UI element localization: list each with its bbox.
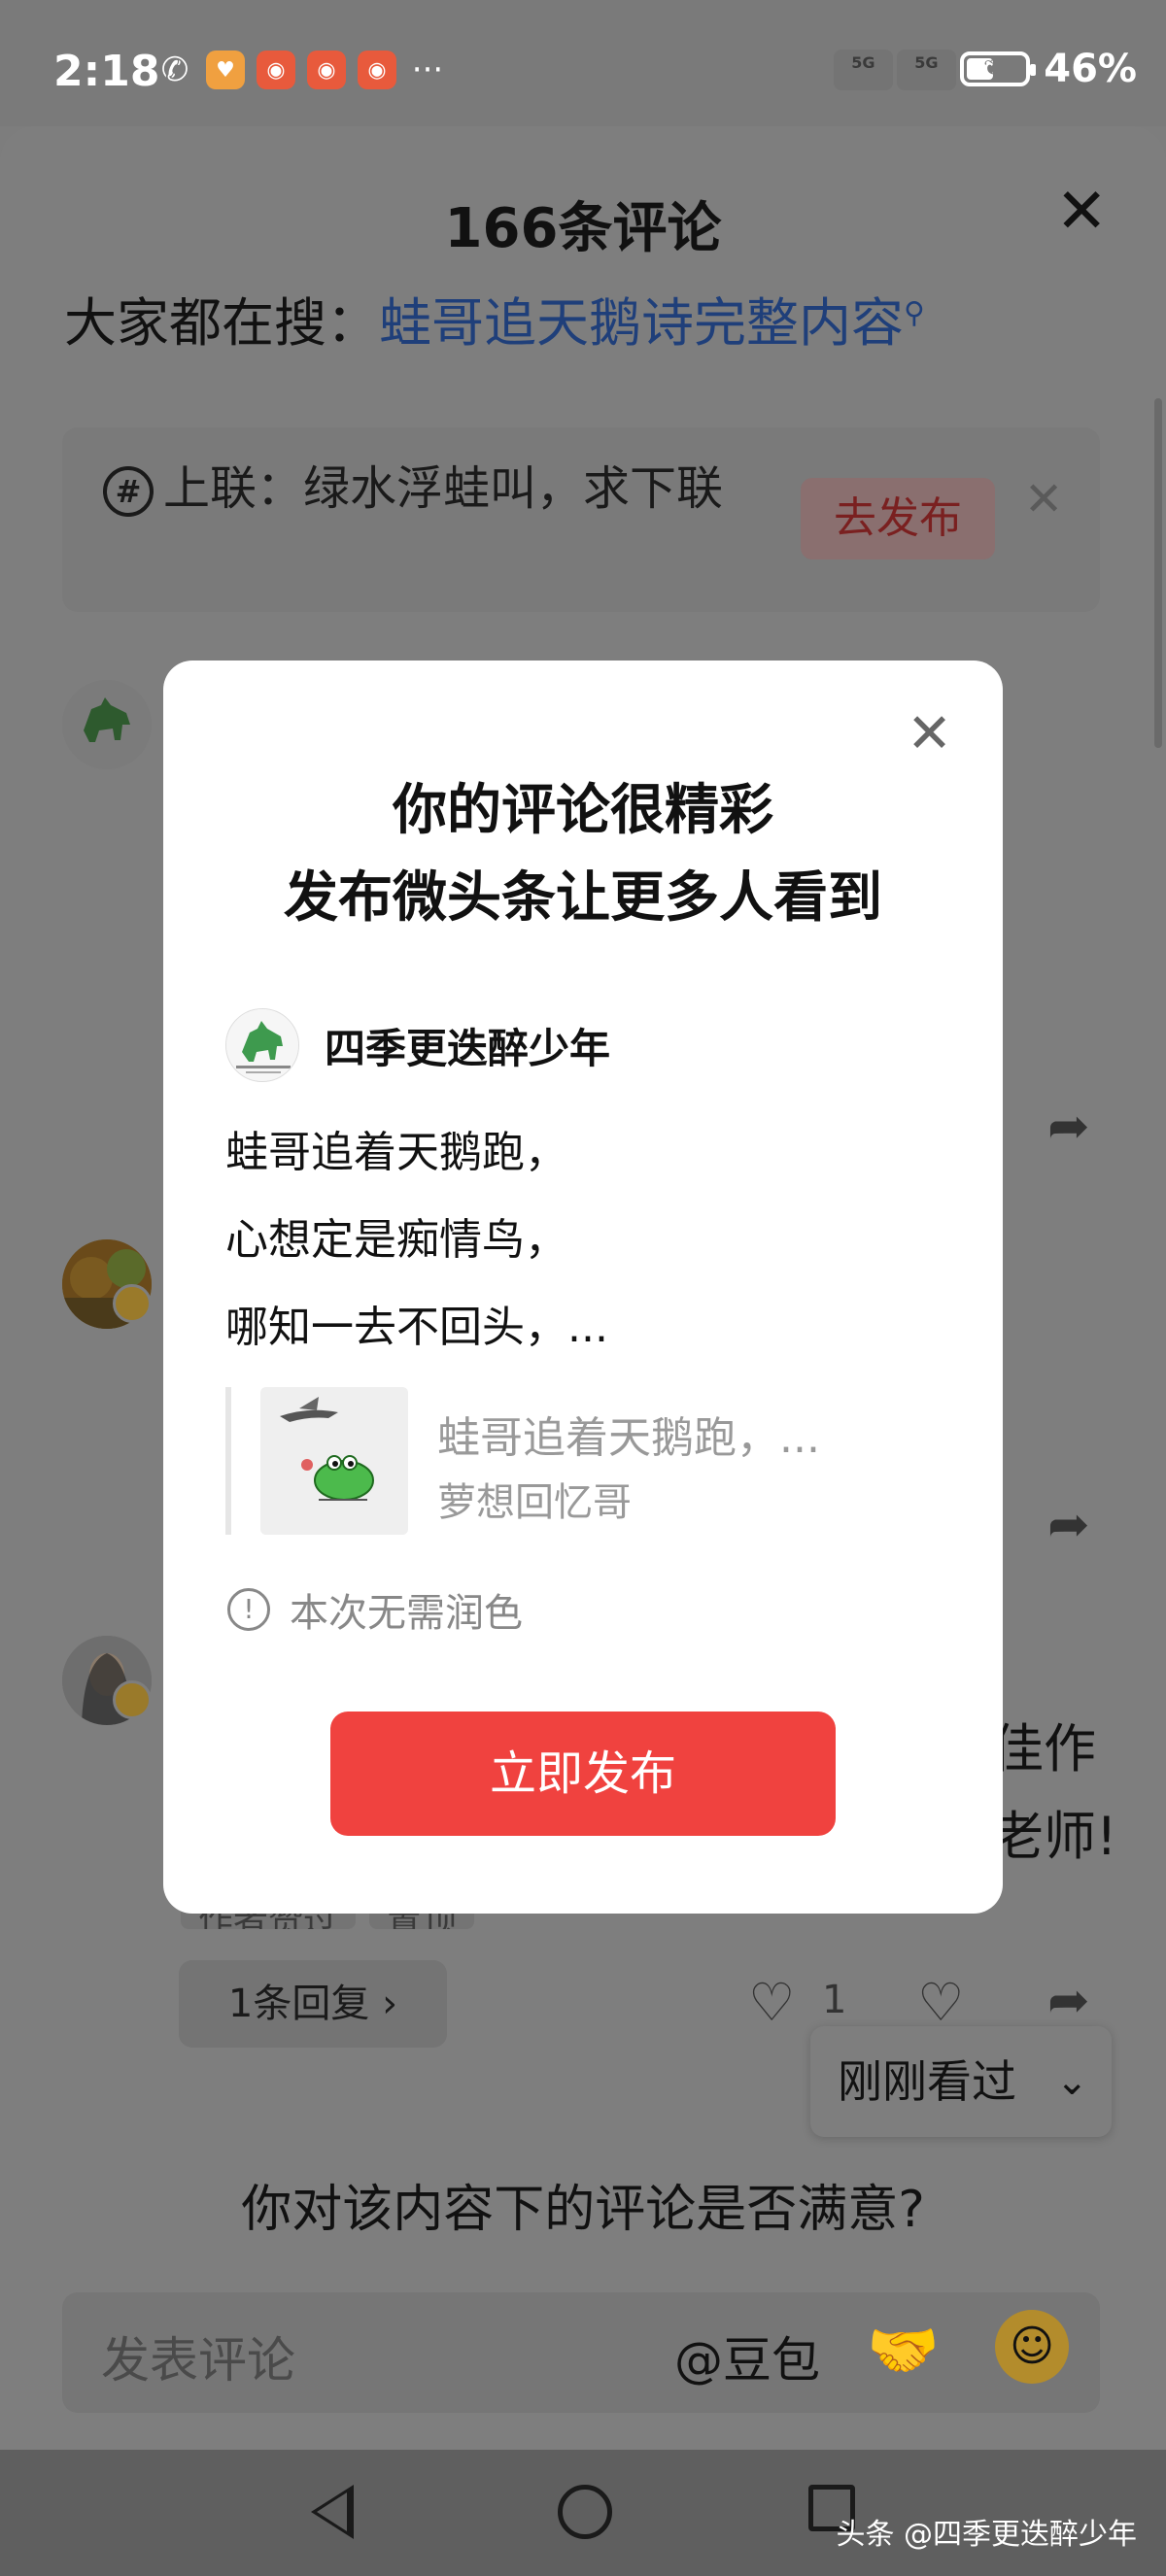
party-emoji-icon[interactable]: ☺ [995, 2310, 1069, 2384]
poem-line: 心想定是痴情鸟， [225, 1215, 567, 1265]
share-icon[interactable]: ➦ [1047, 1496, 1090, 1554]
view-replies-button[interactable]: 1条回复 › [179, 1960, 447, 2048]
kuaishou-icon: ◉ [307, 51, 346, 89]
publish-dialog: ✕ 你的评论很精彩 发布微头条让更多人看到 四季更迭醉少年 蛙哥追着天鹅跑， 心… [163, 661, 1003, 1914]
poem-line: 蛙哥追着天鹅跑， [225, 1128, 567, 1177]
avatar[interactable] [62, 680, 152, 769]
status-time: 2:18 [53, 47, 160, 96]
share-icon[interactable]: ➦ [1047, 1972, 1090, 2030]
close-icon[interactable]: ✕ [907, 707, 952, 762]
scrollbar[interactable] [1154, 398, 1162, 748]
recently-viewed-button[interactable]: 刚刚看过 ⌄ [810, 2026, 1112, 2137]
dislike-icon[interactable]: ♡ [917, 1972, 964, 2033]
close-icon[interactable]: ✕ [1024, 472, 1063, 526]
search-prefix: 大家都在搜： [64, 292, 379, 354]
avatar [225, 1008, 299, 1082]
quoted-post-text: 蛙哥追着天鹅跑，... [437, 1413, 820, 1463]
quoted-post: 蛙哥追着天鹅跑，... 萝想回忆哥 [225, 1387, 906, 1535]
battery-percent: 46% [1044, 47, 1137, 91]
panel-title: 166条评论 [444, 197, 722, 260]
comment-body: 蛙哥追着天鹅跑， 心想定是痴情鸟， 哪知一去不回头，... [225, 1109, 608, 1372]
search-link[interactable]: 蛙哥追天鹅诗完整内容 [379, 292, 904, 354]
notification-icons: ✆ ♥ ◉ ◉ ◉ ··· [155, 51, 447, 89]
kuaishou-icon: ◉ [257, 51, 295, 89]
watermark: 头条 @四季更迭醉少年 [836, 2518, 1137, 2552]
share-icon[interactable]: ➦ [1047, 1098, 1090, 1156]
like-count: 1 [822, 1978, 847, 2022]
quoted-post-author: 萝想回忆哥 [437, 1480, 632, 1525]
topic-card: # 上联：绿水浮蛙叫，求下联 去发布 ✕ [62, 427, 1100, 612]
signal-icon: 5G [897, 50, 956, 90]
topic-text-block: # 上联：绿水浮蛙叫，求下联 [103, 455, 783, 523]
status-right: 5G 5G ❦ 46% [834, 47, 1137, 91]
leaf-icon: ❦ [983, 56, 1002, 81]
poem-line: 哪知一去不回头，... [225, 1303, 608, 1352]
trending-search: 大家都在搜：蛙哥追天鹅诗完整内容⚲ [64, 280, 925, 356]
info-icon: ! [227, 1588, 270, 1631]
like-icon[interactable]: ♡ [748, 1972, 795, 2033]
mention-doubao[interactable]: @豆包 [674, 2322, 820, 2391]
kuaishou-icon: ◉ [358, 51, 396, 89]
author-name: 四季更迭醉少年 [325, 1024, 611, 1072]
comment-text-fragment: 老师! [991, 1806, 1117, 1867]
polish-notice: ! 本次无需润色 [227, 1581, 523, 1638]
home-icon[interactable] [558, 2485, 612, 2539]
search-icon[interactable]: ⚲ [904, 296, 925, 330]
chevron-right-icon: › [382, 1982, 398, 2026]
close-icon[interactable]: ✕ [1055, 181, 1108, 243]
back-icon-inner [317, 2492, 347, 2531]
more-notifications-icon: ··· [411, 51, 444, 89]
topic-publish-button[interactable]: 去发布 [801, 478, 995, 559]
publish-now-button[interactable]: 立即发布 [330, 1712, 836, 1836]
dialog-title: 你的评论很精彩 发布微头条让更多人看到 [163, 767, 1003, 942]
comment-text-fragment: 佳作 [991, 1718, 1096, 1779]
status-bar: 2:18 ✆ ♥ ◉ ◉ ◉ ··· 5G 5G ❦ 46% [0, 0, 1166, 126]
battery-icon: ❦ [960, 51, 1037, 86]
quoted-post-thumbnail [260, 1387, 408, 1535]
comment-input-bar[interactable]: 发表评论 @豆包 🤝 ☺ [62, 2292, 1100, 2413]
handshake-icon[interactable]: 🤝 [867, 2316, 940, 2385]
author-row: 四季更迭醉少年 [225, 1008, 610, 1082]
comment-input[interactable]: 发表评论 [101, 2322, 295, 2391]
dialog-title-line2: 发布微头条让更多人看到 [284, 866, 882, 930]
topic-text: 上联：绿水浮蛙叫，求下联 [163, 461, 724, 516]
polish-notice-text: 本次无需润色 [290, 1591, 523, 1636]
signal-icon: 5G [834, 50, 893, 90]
verified-badge-icon [113, 1680, 152, 1719]
system-nav-bar: 头条 @四季更迭醉少年 [0, 2450, 1166, 2576]
verified-badge-icon [113, 1284, 152, 1323]
hashtag-icon: # [103, 466, 154, 517]
chevron-down-icon: ⌄ [1055, 2059, 1088, 2104]
dialog-title-line1: 你的评论很精彩 [393, 779, 773, 842]
missed-call-icon: ✆ [160, 51, 189, 89]
heart-app-icon: ♥ [206, 51, 245, 89]
survey-question[interactable]: 你对该内容下的评论是否满意? [0, 2168, 1166, 2241]
